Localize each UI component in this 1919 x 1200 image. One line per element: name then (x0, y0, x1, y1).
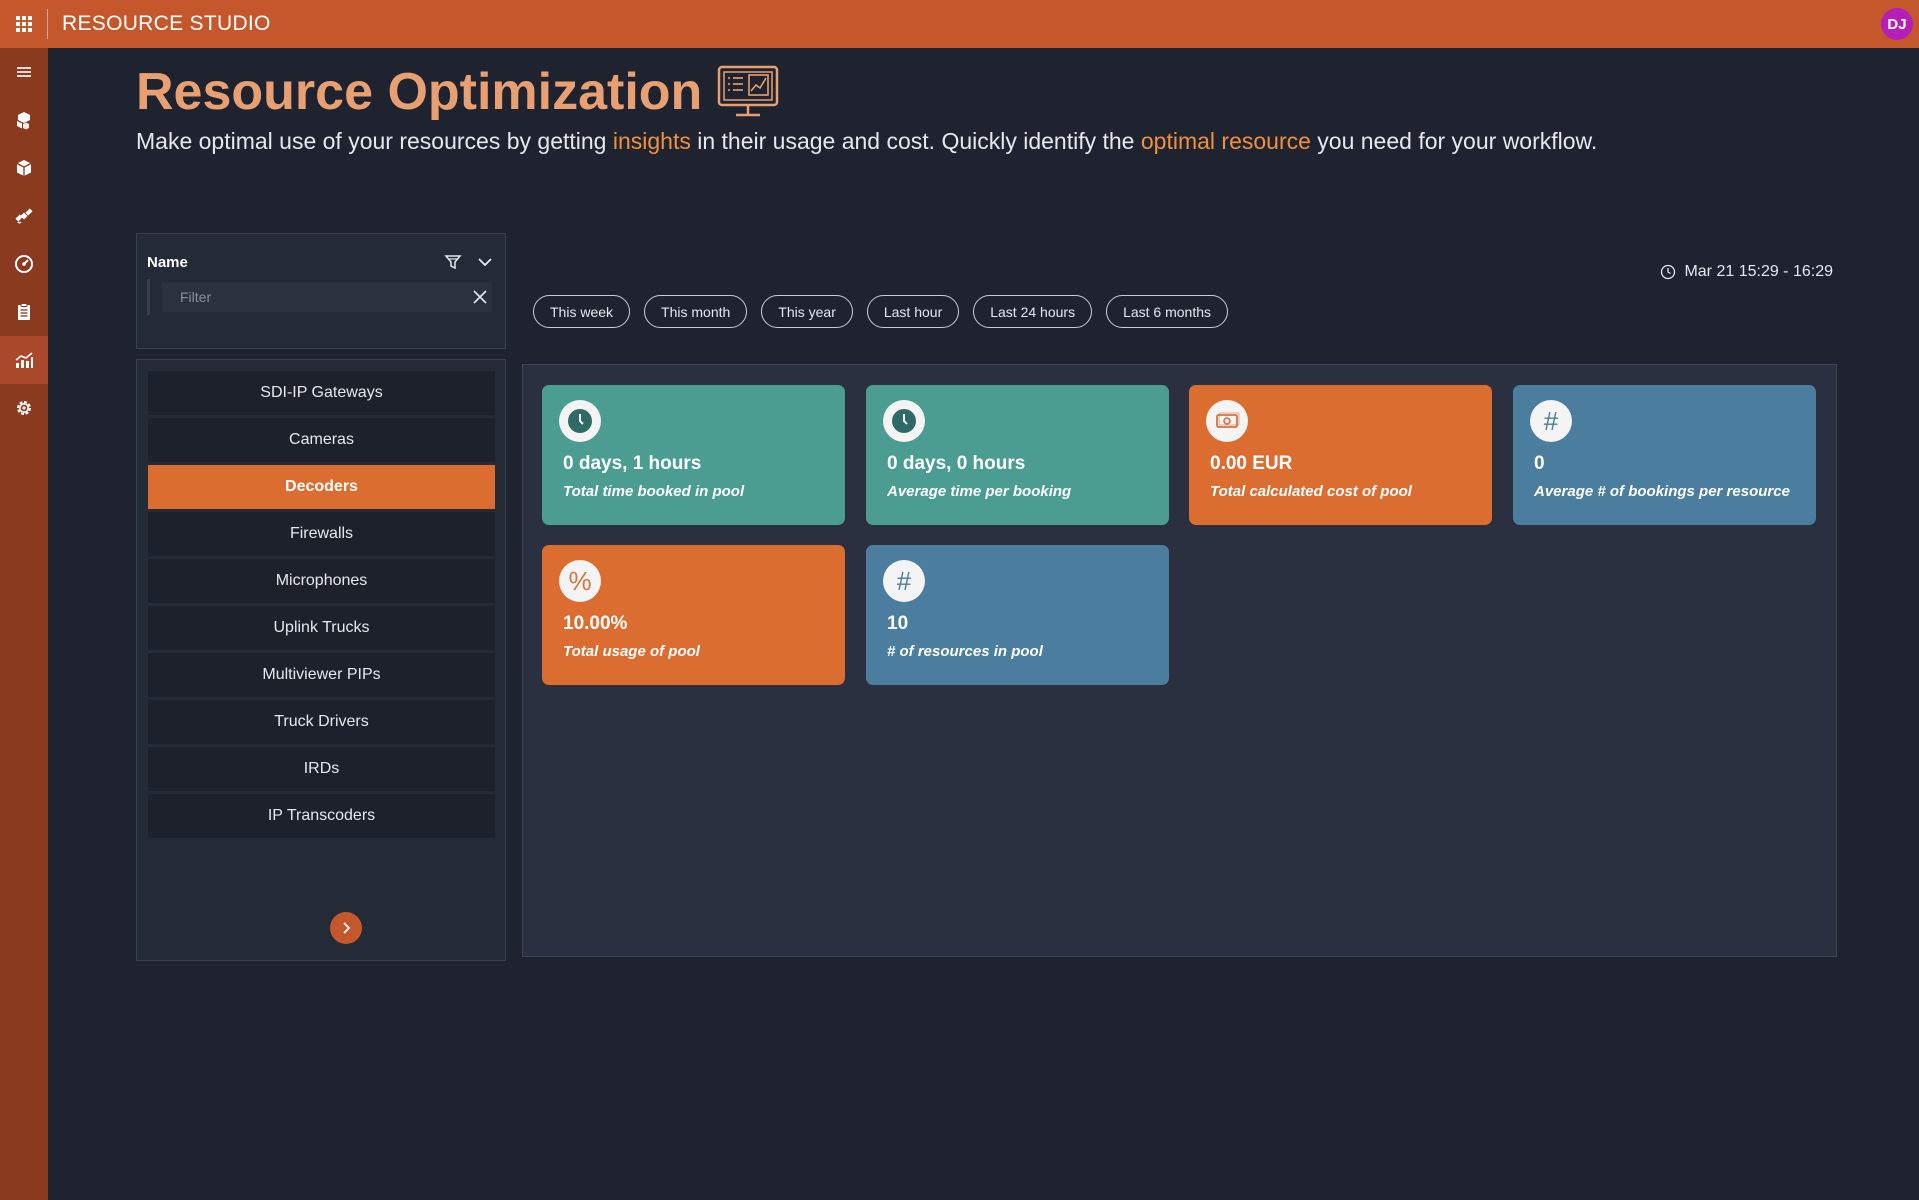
chevron-down-icon[interactable] (475, 252, 495, 272)
stats-panel: 0 days, 1 hours Total time booked in poo… (522, 364, 1837, 957)
subtitle-part: Make optimal use of your resources by ge… (136, 128, 613, 154)
monitor-chart-icon (718, 65, 779, 117)
stat-value: 10.00% (563, 613, 628, 634)
filter-input[interactable] (162, 282, 492, 312)
gear-icon (17, 401, 31, 415)
satellite-icon (15, 208, 33, 224)
chart-icon (15, 352, 33, 368)
nav-satellite[interactable] (0, 192, 48, 240)
nav-resources[interactable] (0, 96, 48, 144)
filter-input-wrapper (147, 279, 497, 315)
list-item[interactable]: IRDs (148, 747, 495, 791)
page-title: Resource Optimization (136, 62, 780, 122)
resource-pool-list: SDI-IP Gateways Cameras Decoders Firewal… (136, 359, 506, 961)
nav-menu[interactable] (0, 48, 48, 96)
nav-optimization[interactable] (0, 336, 48, 384)
stat-card-average-bookings: # 0 Average # of bookings per resource (1513, 385, 1816, 525)
time-range-text: Mar 21 15:29 - 16:29 (1684, 263, 1833, 280)
subtitle-highlight-optimal-resource: optimal resource (1140, 128, 1311, 154)
clock-icon (1661, 264, 1676, 280)
app-title: RESOURCE STUDIO (62, 12, 271, 35)
clipboard-icon (18, 303, 30, 320)
chip-last-hour[interactable]: Last hour (866, 295, 960, 328)
money-icon (1206, 400, 1248, 442)
chip-this-week[interactable]: This week (533, 295, 631, 328)
nav-settings[interactable] (0, 384, 48, 432)
subtitle-highlight-insights: insights (612, 128, 691, 154)
page-title-text: Resource Optimization (136, 63, 703, 121)
list-item[interactable]: SDI-IP Gateways (148, 371, 495, 415)
hash-icon: # (883, 560, 925, 602)
app-launcher-button[interactable] (0, 9, 48, 39)
filter-label: Name (147, 253, 188, 271)
gauge-icon (15, 255, 33, 273)
list-item[interactable]: IP Transcoders (148, 794, 495, 838)
percent-icon: % (559, 560, 601, 602)
list-item[interactable]: Multiviewer PIPs (148, 653, 495, 697)
cube-icon (16, 160, 32, 176)
user-avatar[interactable]: DJ (1881, 8, 1913, 40)
chip-this-year[interactable]: This year (761, 295, 853, 328)
name-filter-panel: Name (136, 233, 506, 349)
clock-icon (559, 400, 601, 442)
stat-label: # of resources in pool (887, 643, 1043, 660)
stat-card-average-time-per-booking: 0 days, 0 hours Average time per booking (866, 385, 1169, 525)
stat-label: Total time booked in pool (563, 483, 745, 500)
next-page-button[interactable] (330, 912, 362, 944)
stat-label: Total usage of pool (563, 643, 700, 660)
hash-icon: # (1530, 400, 1572, 442)
grid-icon (15, 16, 32, 32)
stat-value: 0 days, 1 hours (563, 453, 702, 474)
chip-this-month[interactable]: This month (644, 295, 748, 328)
nav-bookings[interactable] (0, 288, 48, 336)
list-item[interactable]: Cameras (148, 418, 495, 462)
chevron-right-icon (343, 922, 351, 934)
stat-card-total-time-booked: 0 days, 1 hours Total time booked in poo… (542, 385, 845, 525)
left-nav-rail (0, 48, 48, 1200)
stat-value: 0 days, 0 hours (887, 453, 1026, 474)
stat-value: 0 (1534, 453, 1545, 474)
list-item-selected[interactable]: Decoders (148, 465, 495, 509)
stat-label: Total calculated cost of pool (1210, 483, 1412, 500)
stat-card-total-usage: % 10.00% Total usage of pool (542, 545, 845, 685)
stat-label: Average # of bookings per resource (1534, 483, 1790, 500)
page-subtitle: Make optimal use of your resources by ge… (136, 128, 1597, 155)
stat-value: 10 (887, 613, 909, 634)
filter-header: Name (147, 252, 495, 272)
time-preset-chips: This week This month This year Last hour… (533, 295, 1242, 328)
stat-label: Average time per booking (887, 483, 1072, 500)
cubes-icon (17, 112, 30, 130)
close-icon[interactable] (471, 288, 489, 306)
filter-funnel-icon[interactable] (443, 252, 463, 272)
nav-pools[interactable] (0, 144, 48, 192)
stat-value: 0.00 EUR (1210, 453, 1293, 474)
chip-last-24-hours[interactable]: Last 24 hours (973, 295, 1093, 328)
clock-icon (883, 400, 925, 442)
list-item[interactable]: Firewalls (148, 512, 495, 556)
chip-last-6-months[interactable]: Last 6 months (1106, 295, 1229, 328)
list-item[interactable]: Microphones (148, 559, 495, 603)
subtitle-part: in their usage and cost. Quickly identif… (690, 128, 1141, 154)
top-bar: RESOURCE STUDIO DJ (0, 0, 1919, 48)
stat-card-resource-count: # 10 # of resources in pool (866, 545, 1169, 685)
list-item[interactable]: Uplink Trucks (148, 606, 495, 650)
subtitle-part: you need for your workflow. (1310, 128, 1598, 154)
stat-card-total-cost: 0.00 EUR Total calculated cost of pool (1189, 385, 1492, 525)
time-range-display[interactable]: Mar 21 15:29 - 16:29 (1660, 263, 1833, 281)
list-item[interactable]: Truck Drivers (148, 700, 495, 744)
nav-dashboard[interactable] (0, 240, 48, 288)
menu-icon (17, 67, 31, 77)
